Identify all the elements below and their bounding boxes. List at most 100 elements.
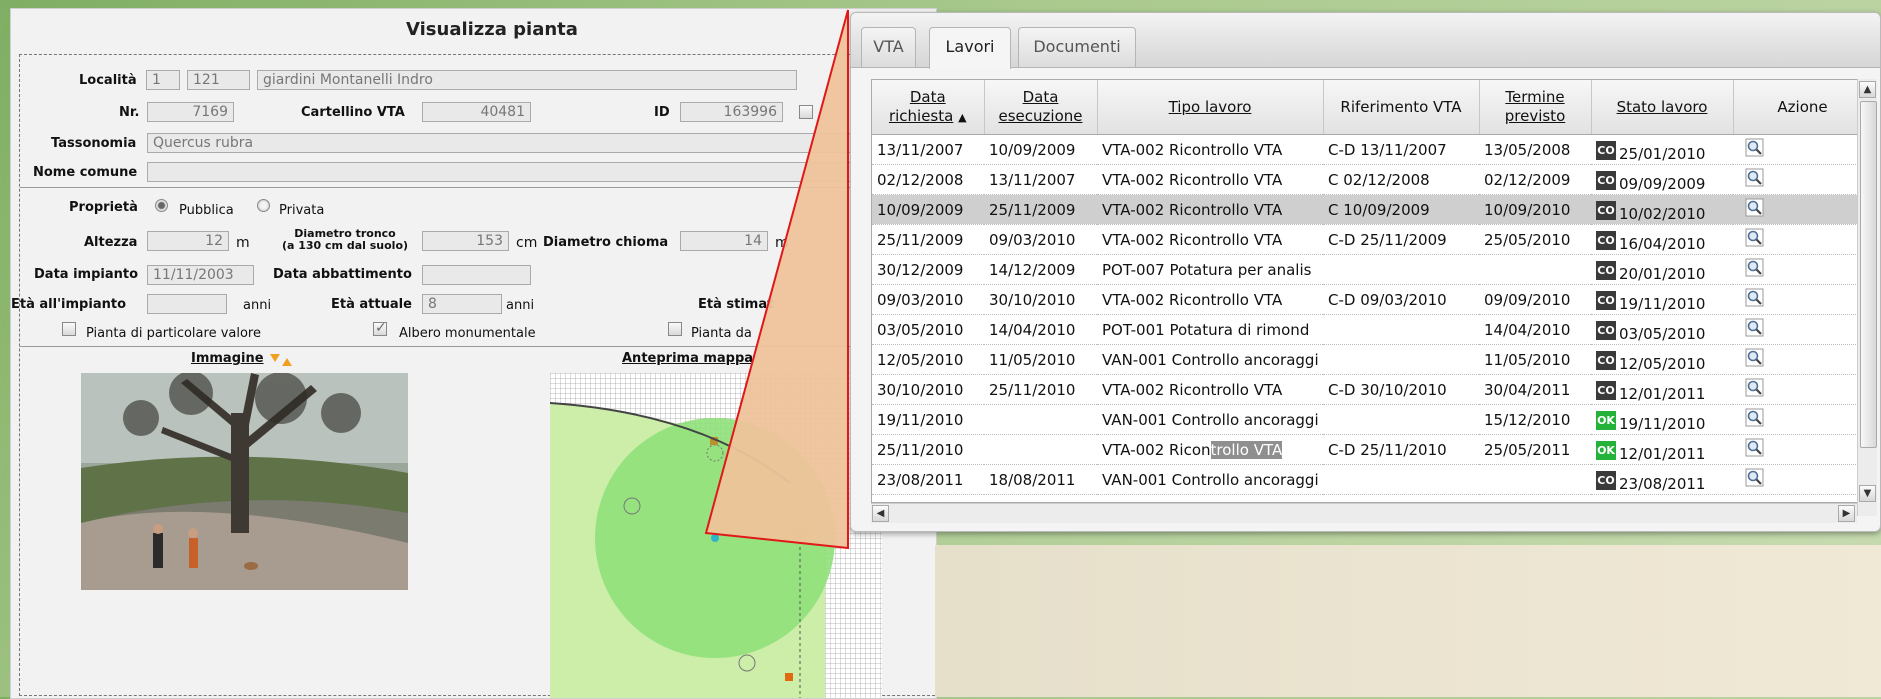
privata-radio[interactable] [257, 199, 270, 212]
tab-documenti[interactable]: Documenti [1018, 27, 1136, 67]
table-row[interactable]: 12/05/2010 11/05/2010 VAN-001 Controllo an… [872, 344, 1872, 375]
table-row[interactable]: 25/11/2009 09/03/2010 VTA-002 Ricontrollo … [872, 224, 1872, 255]
table-row[interactable]: 03/05/2010 14/04/2010 POT-001 Potatura di … [872, 314, 1872, 345]
status-date: 12/01/2011 [1619, 444, 1706, 463]
cell-termine: 15/12/2010 [1479, 404, 1591, 435]
magnifier-icon[interactable] [1745, 408, 1765, 428]
pianta-da-checkbox[interactable] [668, 322, 682, 336]
lavori-grid: Data richiesta ▲ Data esecuzione Tipo lavo… [871, 79, 1873, 503]
table-row[interactable]: 30/10/2010 25/11/2010 VTA-002 Ricontrollo … [872, 374, 1872, 405]
col-stato-lavoro[interactable]: Stato lavoro [1591, 80, 1734, 135]
magnifier-icon[interactable] [1745, 168, 1765, 188]
cell-tipo: VTA-002 Ricontrollo VTA [1097, 284, 1323, 315]
tab-lavori[interactable]: Lavori [929, 27, 1011, 69]
nr-field[interactable]: 7169 [147, 102, 234, 122]
nome-comune-field[interactable] [147, 162, 936, 182]
diametro-chioma-field[interactable]: 14 [680, 231, 768, 251]
cell-termine: 13/05/2008 [1479, 134, 1591, 165]
cell-stato: OK 12/01/2011 [1591, 434, 1733, 465]
table-row[interactable]: 10/09/2009 25/11/2009 VTA-002 Ricontrollo … [872, 194, 1872, 225]
col-data-esecuzione[interactable]: Data esecuzione [984, 80, 1098, 135]
vertical-scroll-thumb[interactable] [1860, 101, 1877, 448]
data-abbattimento-field[interactable] [422, 265, 531, 285]
cell-esecuzione [984, 404, 1097, 435]
cartellino-field[interactable]: 40481 [422, 102, 531, 122]
localita-code-2-field[interactable]: 121 [187, 70, 250, 90]
cell-richiesta: 10/09/2009 [872, 194, 984, 225]
col-data-esecuzione-line1: Data [1022, 88, 1059, 106]
magnifier-icon[interactable] [1745, 318, 1765, 338]
albero-monumentale-checkbox[interactable] [373, 320, 387, 336]
status-co-badge: CO [1596, 260, 1616, 280]
cell-richiesta: 25/11/2010 [872, 434, 984, 465]
eta-attuale-field[interactable]: 8 [422, 294, 502, 314]
id-field[interactable]: 163996 [680, 102, 783, 122]
table-row[interactable]: 02/12/2008 13/11/2007 VTA-002 Ricontrollo … [872, 164, 1872, 195]
magnifier-icon[interactable] [1745, 288, 1765, 308]
status-date: 12/05/2010 [1619, 354, 1706, 373]
cell-rif: C 02/12/2008 [1323, 164, 1479, 195]
data-impianto-field[interactable]: 11/11/2003 [147, 265, 254, 285]
cell-richiesta: 30/12/2009 [872, 254, 984, 285]
status-ok-badge: OK [1596, 440, 1616, 460]
table-row[interactable]: 25/11/2010 VTA-002 Ricontrollo VTA C-D 25/… [872, 434, 1872, 465]
particolare-valore-checkbox[interactable] [62, 322, 76, 336]
tab-vta[interactable]: VTA [861, 27, 916, 67]
localita-code-1-field[interactable]: 1 [146, 70, 180, 90]
status-co-badge: CO [1596, 230, 1616, 250]
tassonomia-field[interactable]: Quercus rubra [147, 133, 936, 153]
table-row[interactable]: 30/12/2009 14/12/2009 POT-007 Potatura per… [872, 254, 1872, 285]
scroll-up-icon[interactable]: ▲ [1859, 81, 1876, 98]
map-preview[interactable] [550, 373, 882, 698]
cell-azione [1733, 464, 1872, 495]
localita-label: Località [79, 73, 137, 88]
id-checkbox[interactable] [799, 105, 813, 119]
scroll-right-icon[interactable]: ▶ [1838, 505, 1855, 522]
horizontal-scrollbar[interactable]: ◀ ▶ [871, 503, 1857, 523]
col-termine-previsto[interactable]: Termine previsto [1479, 80, 1592, 135]
cell-esecuzione: 11/05/2010 [984, 344, 1097, 375]
cell-azione [1733, 434, 1872, 465]
cell-stato: CO 16/04/2010 [1591, 224, 1733, 255]
table-row[interactable]: 13/11/2007 10/09/2009 VTA-002 Ricontrollo … [872, 134, 1872, 165]
magnifier-icon[interactable] [1745, 378, 1765, 398]
cell-termine: 02/12/2009 [1479, 164, 1591, 195]
magnifier-icon[interactable] [1745, 198, 1765, 218]
localita-name-field[interactable]: giardini Montanelli Indro [257, 70, 797, 90]
cell-azione [1733, 164, 1872, 195]
cell-tipo: VTA-002 Ricontrollo VTA [1097, 164, 1323, 195]
magnifier-icon[interactable] [1745, 228, 1765, 248]
scroll-left-icon[interactable]: ◀ [872, 505, 889, 522]
col-tipo-lavoro[interactable]: Tipo lavoro [1097, 80, 1324, 135]
cartellino-label: Cartellino VTA [301, 105, 405, 120]
vertical-scrollbar[interactable]: ▲ ▼ [1857, 79, 1877, 516]
anteprima-heading[interactable]: Anteprima mappa [622, 351, 753, 366]
altezza-field[interactable]: 12 [147, 231, 229, 251]
status-date: 10/02/2010 [1619, 204, 1706, 223]
table-row[interactable]: 19/11/2010 VAN-001 Controllo ancoraggi 15/… [872, 404, 1872, 435]
eta-attuale-label: Età attuale [331, 297, 412, 312]
table-row[interactable]: 09/03/2010 30/10/2010 VTA-002 Ricontrollo … [872, 284, 1872, 315]
eta-attuale-unit: anni [506, 298, 535, 313]
table-row[interactable]: 23/08/2011 18/08/2011 VAN-001 Controllo an… [872, 464, 1872, 495]
scroll-down-icon[interactable]: ▼ [1859, 485, 1876, 502]
magnifier-icon[interactable] [1745, 438, 1765, 458]
diametro-tronco-field[interactable]: 153 [422, 231, 509, 251]
status-ok-badge: OK [1596, 410, 1616, 430]
magnifier-icon[interactable] [1745, 138, 1765, 158]
magnifier-icon[interactable] [1745, 468, 1765, 488]
magnifier-icon[interactable] [1745, 348, 1765, 368]
pubblica-radio[interactable] [155, 199, 168, 212]
col-data-esecuzione-line2: esecuzione [998, 107, 1083, 125]
diametro-chioma-label: Diametro chioma [543, 235, 669, 250]
magnifier-icon[interactable] [1745, 258, 1765, 278]
tree-form-panel: Visualizza pianta Località 1 121 giardin… [10, 8, 937, 699]
toggle-arrows-icon[interactable] [269, 353, 295, 367]
col-data-richiesta[interactable]: Data richiesta ▲ [872, 80, 985, 135]
cell-rif: C 10/09/2009 [1323, 194, 1479, 225]
col-azione: Azione [1733, 80, 1872, 135]
eta-impianto-field[interactable] [147, 294, 227, 314]
status-date: 23/08/2011 [1619, 474, 1706, 493]
immagine-heading[interactable]: Immagine [191, 351, 264, 366]
diametro-tronco-unit: cm [516, 235, 538, 251]
